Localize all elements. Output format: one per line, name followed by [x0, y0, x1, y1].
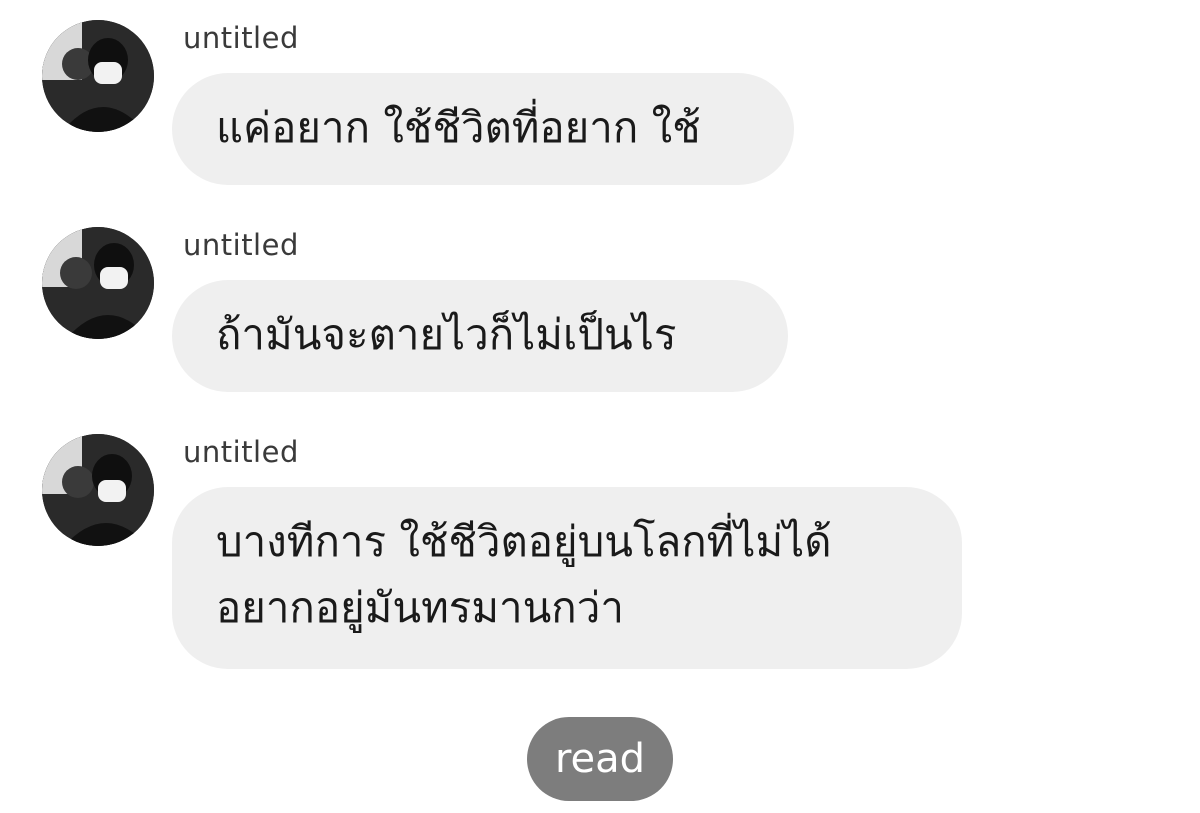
message-bubble[interactable]: ถ้ามันจะตายไวก็ไม่เป็นไร — [172, 280, 788, 392]
sender-name: untitled — [183, 21, 299, 55]
profile-photo-icon — [42, 227, 154, 339]
message-text: ถ้ามันจะตายไวก็ไม่เป็นไร — [216, 310, 677, 359]
profile-photo-icon — [42, 434, 154, 546]
message-text-line-1: บางทีการ ใช้ชีวิตอยู่บนโลกที่ไม่ได้ — [216, 517, 832, 566]
sender-name: untitled — [183, 228, 299, 262]
avatar[interactable] — [42, 20, 154, 132]
avatar[interactable] — [42, 227, 154, 339]
avatar[interactable] — [42, 434, 154, 546]
profile-photo-icon — [42, 20, 154, 132]
read-receipt-badge: read — [527, 717, 673, 801]
message-text: แค่อยาก ใช้ชีวิตที่อยาก ใช้ — [216, 103, 701, 152]
message-bubble[interactable]: บางทีการ ใช้ชีวิตอยู่บนโลกที่ไม่ได้ อยาก… — [172, 487, 962, 669]
message-bubble[interactable]: แค่อยาก ใช้ชีวิตที่อยาก ใช้ — [172, 73, 794, 185]
message-text-line-2: อยากอยู่มันทรมานกว่า — [216, 583, 624, 632]
sender-name: untitled — [183, 435, 299, 469]
